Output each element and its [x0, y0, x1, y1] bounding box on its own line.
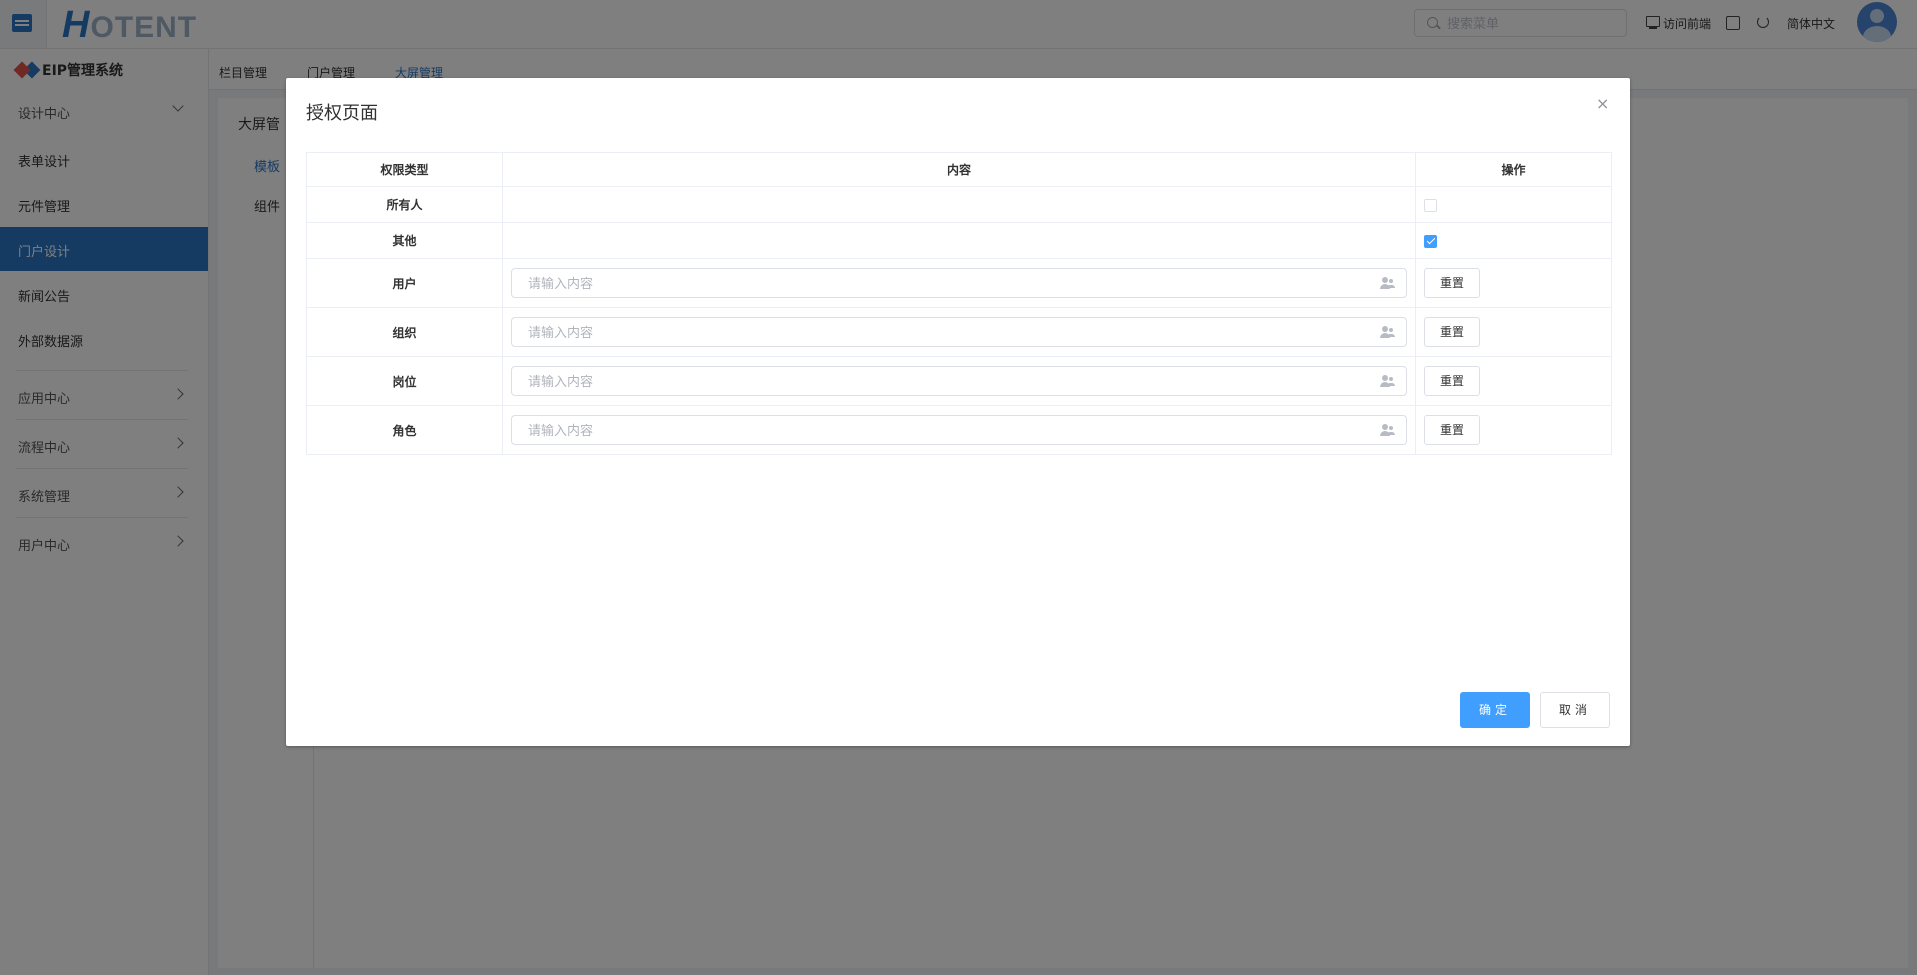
table-row: 岗位 重置 [306, 356, 1612, 406]
content-cell [502, 186, 1416, 223]
authorization-dialog: 授权页面 × 权限类型 内容 操作 所有人 其他 用户 请输入内容 重置 组织 … [286, 78, 1630, 746]
table-row: 角色 重置 [306, 405, 1612, 455]
action-cell: 重置 [1415, 307, 1612, 357]
other-checkbox[interactable] [1424, 234, 1437, 248]
permission-type-org: 组织 [306, 307, 503, 357]
permission-type-other: 其他 [306, 222, 503, 259]
role-reset-button[interactable]: 重置 [1424, 415, 1480, 445]
org-select-field[interactable] [511, 317, 1407, 347]
permission-type-position: 岗位 [306, 356, 503, 406]
table-row: 组织 重置 [306, 307, 1612, 357]
content-cell [502, 405, 1416, 455]
content-cell [502, 307, 1416, 357]
action-cell [1415, 222, 1612, 259]
permission-table: 权限类型 内容 操作 所有人 其他 用户 请输入内容 重置 组织 请输入内容 重… [306, 152, 1612, 455]
user-select-field[interactable] [511, 268, 1407, 298]
permission-type-role: 角色 [306, 405, 503, 455]
content-cell [502, 222, 1416, 259]
table-row: 所有人 [306, 186, 1612, 223]
users-icon[interactable] [1380, 277, 1396, 289]
table-row: 用户 重置 [306, 258, 1612, 308]
table-header-row: 权限类型 内容 操作 [306, 152, 1612, 187]
everyone-checkbox[interactable] [1424, 198, 1437, 212]
cancel-button[interactable]: 取消 [1540, 692, 1610, 728]
org-input[interactable] [526, 322, 1350, 344]
action-cell: 重置 [1415, 356, 1612, 406]
permission-type-everyone: 所有人 [306, 186, 503, 223]
column-header-permission-type: 权限类型 [306, 152, 503, 187]
position-select-field[interactable] [511, 366, 1407, 396]
org-reset-button[interactable]: 重置 [1424, 317, 1480, 347]
dialog-title: 授权页面 [306, 103, 378, 124]
confirm-button[interactable]: 确定 [1460, 692, 1530, 728]
user-input[interactable] [526, 273, 1350, 295]
content-cell [502, 356, 1416, 406]
column-header-action: 操作 [1415, 152, 1612, 187]
position-reset-button[interactable]: 重置 [1424, 366, 1480, 396]
action-cell: 重置 [1415, 258, 1612, 308]
action-cell [1415, 186, 1612, 223]
close-icon[interactable]: × [1596, 96, 1609, 112]
column-header-content: 内容 [502, 152, 1416, 187]
users-icon[interactable] [1380, 326, 1396, 338]
user-reset-button[interactable]: 重置 [1424, 268, 1480, 298]
content-cell [502, 258, 1416, 308]
users-icon[interactable] [1380, 424, 1396, 436]
users-icon[interactable] [1380, 375, 1396, 387]
permission-type-user: 用户 [306, 258, 503, 308]
table-row: 其他 [306, 222, 1612, 259]
role-select-field[interactable] [511, 415, 1407, 445]
position-input[interactable] [526, 371, 1350, 393]
role-input[interactable] [526, 420, 1350, 442]
action-cell: 重置 [1415, 405, 1612, 455]
